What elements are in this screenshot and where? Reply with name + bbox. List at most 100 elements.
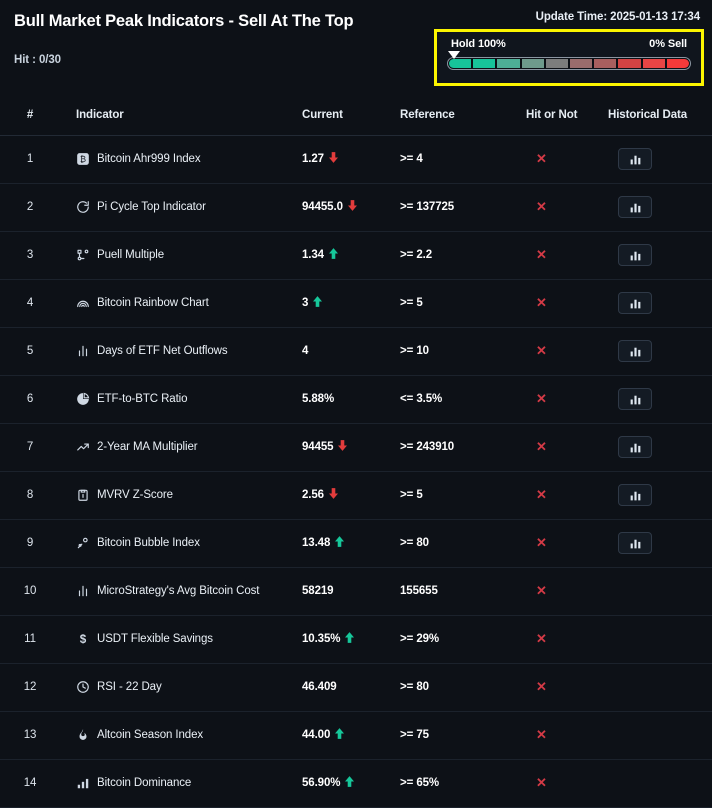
row-number: 8 (0, 471, 60, 520)
table-row[interactable]: 9 Bitcoin Bubble Index 13.48 >= 80 ✕ (0, 519, 712, 568)
indicator-name: Days of ETF Net Outflows (97, 345, 228, 357)
indicator-name: Bitcoin Ahr999 Index (97, 153, 201, 165)
hit-status-cross-icon: ✕ (536, 343, 547, 358)
table-row[interactable]: 7 2-Year MA Multiplier 94455 >= 243910 ✕ (0, 423, 712, 472)
current-value: 44.00 (302, 729, 331, 741)
row-number: 2 (0, 183, 60, 232)
trend-up-icon (345, 776, 355, 790)
historical-data-button[interactable] (618, 292, 652, 314)
table-row[interactable]: 12 RSI - 22 Day 46.409 >= 80 ✕ (0, 663, 712, 712)
svg-text:$: $ (80, 633, 87, 646)
row-number: 11 (0, 615, 60, 664)
bubble-scatter-icon (76, 536, 90, 550)
bar-chart-icon (76, 344, 90, 358)
column-header-number: # (0, 95, 60, 136)
row-number: 10 (0, 567, 60, 616)
gauge-segment-8 (618, 59, 641, 68)
hit-status-cross-icon: ✕ (536, 535, 547, 550)
gauge-segment-3 (497, 59, 520, 68)
svg-text:₿: ₿ (80, 154, 86, 164)
table-header: # Indicator Current Reference Hit or Not… (0, 95, 712, 136)
column-header-historical-data: Historical Data (608, 95, 712, 136)
gauge-sell-label: 0% Sell (649, 38, 687, 50)
hit-status-cross-icon: ✕ (536, 391, 547, 406)
indicator-name: ETF-to-BTC Ratio (97, 393, 188, 405)
bar-chart-icon (629, 393, 642, 406)
hit-status-cross-icon: ✕ (536, 199, 547, 214)
reference-value: >= 5 (398, 279, 526, 328)
trend-down-icon (328, 488, 338, 502)
current-value: 13.48 (302, 537, 331, 549)
reference-value: >= 80 (398, 519, 526, 568)
table-row[interactable]: 13 Altcoin Season Index 44.00 >= 75 ✕ (0, 711, 712, 760)
table-row[interactable]: 1 ₿ Bitcoin Ahr999 Index 1.27 >= 4 ✕ (0, 135, 712, 184)
historical-data-button[interactable] (618, 340, 652, 362)
hold-sell-gauge: Hold 100% 0% Sell (434, 29, 704, 86)
hit-status-cross-icon: ✕ (536, 727, 547, 742)
gauge-labels: Hold 100% 0% Sell (447, 38, 691, 50)
page-header: Bull Market Peak Indicators - Sell At Th… (0, 0, 712, 95)
bar-chart-icon (629, 345, 642, 358)
table-row[interactable]: 5 Days of ETF Net Outflows 4 >= 10 ✕ (0, 327, 712, 376)
gauge-hold-label: Hold 100% (451, 38, 506, 50)
row-number: 6 (0, 375, 60, 424)
trend-up-icon (335, 536, 345, 550)
trend-down-icon (328, 152, 338, 166)
table-body: 1 ₿ Bitcoin Ahr999 Index 1.27 >= 4 ✕ 2 Pi Cycle… (0, 135, 712, 808)
reference-value: >= 4 (398, 135, 526, 184)
indicator-name: Bitcoin Rainbow Chart (97, 297, 209, 309)
table-row[interactable]: 4 Bitcoin Rainbow Chart 3 >= 5 ✕ (0, 279, 712, 328)
indicator-name: 2-Year MA Multiplier (97, 441, 198, 453)
current-value: 94455.0 (302, 201, 343, 213)
historical-data-button[interactable] (618, 148, 652, 170)
reference-value: >= 75 (398, 711, 526, 760)
historical-data-button[interactable] (618, 388, 652, 410)
indicator-name: USDT Flexible Savings (97, 633, 213, 645)
gauge-segment-4 (521, 59, 544, 68)
bar-chart-icon (629, 249, 642, 262)
trend-down-icon (338, 440, 348, 454)
table-row[interactable]: 10 MicroStrategy's Avg Bitcoin Cost 58219 1… (0, 567, 712, 616)
table-row[interactable]: 6 ETF-to-BTC Ratio 5.88% <= 3.5% ✕ (0, 375, 712, 424)
clock-icon (76, 680, 90, 694)
hit-status-cross-icon: ✕ (536, 631, 547, 646)
trend-up-icon (345, 632, 355, 646)
gauge-segment-5 (545, 59, 569, 68)
pie-chart-icon (76, 392, 90, 406)
current-value: 1.27 (302, 153, 324, 165)
indicator-name: RSI - 22 Day (97, 681, 162, 693)
reference-value: >= 10 (398, 327, 526, 376)
current-value: 5.88% (302, 393, 335, 405)
table-row[interactable]: 11 $ USDT Flexible Savings 10.35% >= 29% ✕ (0, 615, 712, 664)
bar-chart-icon (629, 537, 642, 550)
historical-data-button[interactable] (618, 532, 652, 554)
reference-value: <= 3.5% (398, 375, 526, 424)
bar-chart-icon (629, 153, 642, 166)
table-row[interactable]: 14 Bitcoin Dominance 56.90% >= 65% ✕ (0, 759, 712, 808)
row-number: 5 (0, 327, 60, 376)
table-row[interactable]: 2 Pi Cycle Top Indicator 94455.0 >= 137725 ✕ (0, 183, 712, 232)
gauge-segment-2 (473, 59, 496, 68)
indicator-name: MVRV Z-Score (97, 489, 173, 501)
row-number: 12 (0, 663, 60, 712)
indicator-name: Pi Cycle Top Indicator (97, 201, 206, 213)
trending-up-icon (76, 440, 90, 454)
historical-data-button[interactable] (618, 436, 652, 458)
indicator-name: Bitcoin Bubble Index (97, 537, 200, 549)
row-number: 13 (0, 711, 60, 760)
historical-data-button[interactable] (618, 484, 652, 506)
reference-value: >= 80 (398, 663, 526, 712)
hit-status-cross-icon: ✕ (536, 151, 547, 166)
current-value: 58219 (302, 585, 334, 597)
gauge-track[interactable] (447, 57, 691, 70)
row-number: 14 (0, 759, 60, 808)
current-value: 94455 (302, 441, 334, 453)
table-row[interactable]: 8 MVRV Z-Score 2.56 >= 5 ✕ (0, 471, 712, 520)
hit-status-cross-icon: ✕ (536, 247, 547, 262)
historical-data-button[interactable] (618, 244, 652, 266)
table-row[interactable]: 3 Puell Multiple 1.34 >= 2.2 ✕ (0, 231, 712, 280)
historical-data-button[interactable] (618, 196, 652, 218)
row-number: 4 (0, 279, 60, 328)
bar-chart-icon (629, 441, 642, 454)
trend-up-icon (328, 248, 338, 262)
